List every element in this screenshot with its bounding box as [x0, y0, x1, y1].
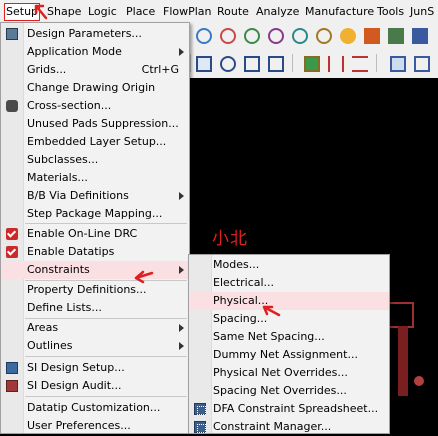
- shortcut-label: Ctrl+G: [141, 63, 179, 76]
- canvas-annotation-text: 小北: [212, 229, 248, 249]
- submenu-item-physical[interactable]: Physical...: [189, 292, 389, 310]
- submenu-item-dfa-constraint-spreadsheet[interactable]: DFA Constraint Spreadsheet...: [189, 400, 389, 418]
- annotation-arrow-constraints: [134, 270, 154, 284]
- menu-item-design-parameters[interactable]: Design Parameters...: [1, 25, 189, 43]
- menu-juns[interactable]: JunS: [410, 4, 434, 20]
- menu-item-user-preferences[interactable]: User Preferences...: [1, 417, 189, 435]
- report-icon[interactable]: [414, 56, 430, 72]
- menu-item-application-mode[interactable]: Application Mode: [1, 43, 189, 61]
- shape-select-icon[interactable]: [244, 56, 260, 72]
- toolbar-separator: [376, 54, 377, 72]
- layer-visibility-icon[interactable]: [388, 28, 404, 44]
- pin-icon[interactable]: [304, 56, 320, 72]
- menu-item-outlines[interactable]: Outlines: [1, 337, 189, 355]
- checkbox-checked-icon[interactable]: [6, 246, 18, 258]
- toolbar-separator: [292, 54, 293, 72]
- highlight-icon[interactable]: [340, 28, 356, 44]
- menu-manufacture[interactable]: Manufacture: [305, 4, 374, 20]
- menu-item-datatip-customization[interactable]: Datatip Customization...: [1, 399, 189, 417]
- 3d-view-icon[interactable]: [364, 28, 380, 44]
- menu-item-define-lists[interactable]: Define Lists...: [1, 299, 189, 317]
- zoom-previous-icon[interactable]: [292, 28, 308, 44]
- submenu-arrow-icon: [179, 192, 184, 200]
- menu-item-si-design-audit[interactable]: SI Design Audit...: [1, 377, 189, 395]
- menu-item-areas[interactable]: Areas: [1, 319, 189, 337]
- menu-bar: Setup Shape Logic Place FlowPlan Route A…: [0, 0, 438, 23]
- submenu-item-constraint-manager[interactable]: Constraint Manager...: [189, 418, 389, 436]
- menu-route[interactable]: Route: [217, 4, 249, 20]
- submenu-arrow-icon: [179, 48, 184, 56]
- submenu-arrow-icon: [179, 324, 184, 332]
- menu-item-grids[interactable]: Grids... Ctrl+G: [1, 61, 189, 79]
- constraints-submenu: Modes... Electrical... Physical... Spaci…: [188, 254, 390, 434]
- menu-item-cross-section[interactable]: Cross-section...: [1, 97, 189, 115]
- toolbar: [186, 22, 438, 78]
- menu-separator: [25, 223, 187, 224]
- menu-item-unused-pads-suppression[interactable]: Unused Pads Suppression...: [1, 115, 189, 133]
- submenu-item-physical-net-overrides[interactable]: Physical Net Overrides...: [189, 364, 389, 382]
- redraw-icon[interactable]: [316, 28, 332, 44]
- constraint-manager-icon: [194, 421, 206, 433]
- zoom-world-icon[interactable]: [268, 28, 284, 44]
- spreadsheet-icon: [194, 403, 206, 415]
- zoom-fit-icon[interactable]: [196, 28, 212, 44]
- menu-item-constraints[interactable]: Constraints: [1, 261, 189, 279]
- menu-item-materials[interactable]: Materials...: [1, 169, 189, 187]
- menu-shape[interactable]: Shape: [47, 4, 81, 20]
- menu-flowplan[interactable]: FlowPlan: [163, 4, 212, 20]
- shape-circle-icon[interactable]: [220, 56, 236, 72]
- dimension-horizontal-icon[interactable]: [352, 56, 368, 72]
- submenu-item-spacing-net-overrides[interactable]: Spacing Net Overrides...: [189, 382, 389, 400]
- submenu-item-same-net-spacing[interactable]: Same Net Spacing...: [189, 328, 389, 346]
- design-parameters-icon: [6, 28, 18, 40]
- menu-item-property-definitions[interactable]: Property Definitions...: [1, 281, 189, 299]
- submenu-item-modes[interactable]: Modes...: [189, 256, 389, 274]
- menu-separator: [25, 396, 187, 397]
- menu-item-step-package-mapping[interactable]: Step Package Mapping...: [1, 205, 189, 223]
- submenu-arrow-icon: [179, 266, 184, 274]
- cross-section-icon: [6, 100, 18, 112]
- menu-item-change-drawing-origin[interactable]: Change Drawing Origin: [1, 79, 189, 97]
- submenu-item-electrical[interactable]: Electrical...: [189, 274, 389, 292]
- menu-separator: [25, 356, 187, 357]
- pcb-trace: [398, 326, 408, 396]
- submenu-arrow-icon: [179, 342, 184, 350]
- annotation-arrow-physical: [262, 305, 281, 317]
- setup-menu: Design Parameters... Application Mode Gr…: [0, 22, 190, 434]
- shape-edit-icon[interactable]: [268, 56, 284, 72]
- menu-analyze[interactable]: Analyze: [256, 4, 299, 20]
- annotation-arrow-setup: [34, 4, 48, 20]
- menu-item-subclasses[interactable]: Subclasses...: [1, 151, 189, 169]
- submenu-item-spacing[interactable]: Spacing...: [189, 310, 389, 328]
- menu-item-embedded-layer-setup[interactable]: Embedded Layer Setup...: [1, 133, 189, 151]
- menu-item-si-design-setup[interactable]: SI Design Setup...: [1, 359, 189, 377]
- menu-logic[interactable]: Logic: [88, 4, 117, 20]
- menu-item-enable-online-drc[interactable]: Enable On-Line DRC: [1, 225, 189, 243]
- toolbar-separator: [190, 54, 191, 72]
- zoom-in-icon[interactable]: [220, 28, 236, 44]
- menu-item-bb-via-definitions[interactable]: B/B Via Definitions: [1, 187, 189, 205]
- network-icon[interactable]: [390, 56, 406, 72]
- menu-place[interactable]: Place: [126, 4, 155, 20]
- submenu-item-dummy-net-assignment[interactable]: Dummy Net Assignment...: [189, 346, 389, 364]
- zoom-out-icon[interactable]: [244, 28, 260, 44]
- pcb-pad: [388, 302, 414, 328]
- pcb-via: [414, 376, 424, 386]
- shape-rect-icon[interactable]: [196, 56, 212, 72]
- menu-item-enable-datatips[interactable]: Enable Datatips: [1, 243, 189, 261]
- checkbox-checked-icon[interactable]: [6, 228, 18, 240]
- si-design-audit-icon: [6, 380, 18, 392]
- color-icon[interactable]: [412, 28, 428, 44]
- menu-tools[interactable]: Tools: [377, 4, 404, 20]
- dimension-vertical-icon[interactable]: [328, 56, 344, 72]
- si-design-setup-icon: [6, 362, 18, 374]
